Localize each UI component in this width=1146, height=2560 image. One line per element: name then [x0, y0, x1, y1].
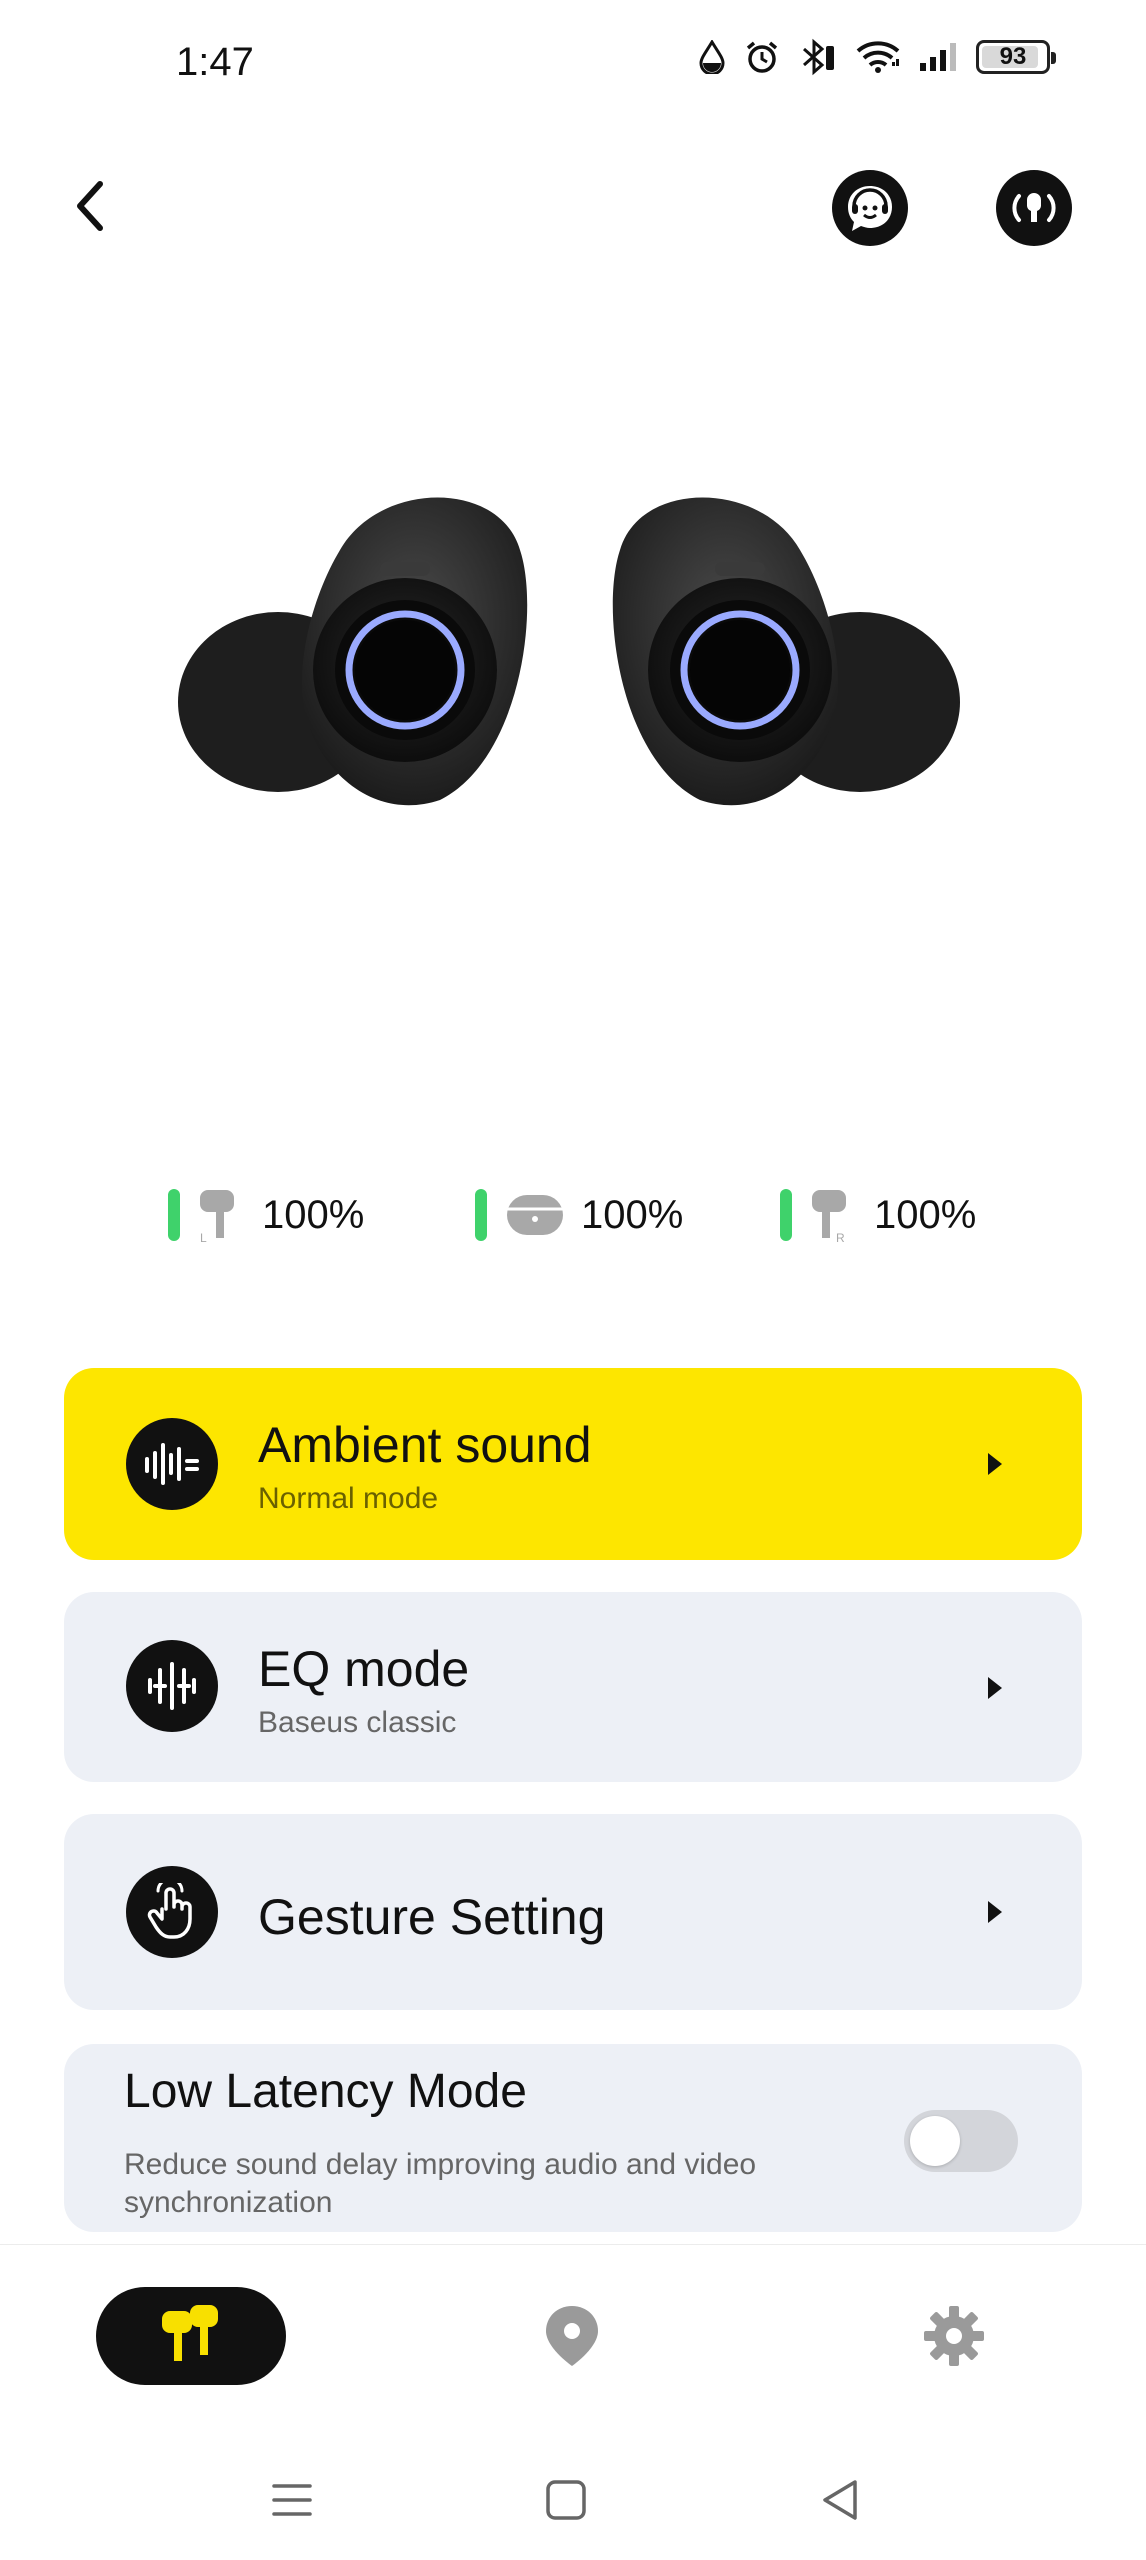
nav-settings[interactable]	[904, 2287, 1004, 2385]
customer-service-button[interactable]	[832, 170, 908, 246]
location-icon	[546, 2306, 598, 2366]
system-nav-bar	[0, 2440, 1146, 2560]
signal-icon	[920, 43, 956, 71]
right-earbud-icon: R	[812, 1190, 846, 1244]
battery-status-row: L 100% 100% R 100%	[0, 1180, 1146, 1250]
find-earbuds-button[interactable]	[996, 170, 1072, 246]
left-earbud-battery-value: 100%	[262, 1192, 365, 1237]
right-earbud-image	[612, 497, 960, 806]
earbuds-icon	[162, 2305, 218, 2361]
left-earbud-image	[178, 497, 528, 806]
ambient-sound-icon	[126, 1418, 218, 1510]
low-latency-toggle[interactable]	[904, 2110, 1018, 2172]
status-bar: 1:47 93	[0, 0, 1146, 130]
menu-icon	[272, 2484, 312, 2516]
toggle-knob	[910, 2116, 960, 2166]
eq-mode-title: EQ mode	[258, 1641, 470, 1697]
chevron-right-icon	[980, 1446, 1010, 1482]
chevron-right-icon	[980, 1670, 1010, 1706]
low-latency-description: Reduce sound delay improving audio and v…	[124, 2148, 757, 2219]
triangle-back-icon	[823, 2480, 857, 2520]
eq-mode-card[interactable]: EQ mode Baseus classic	[64, 1592, 1082, 1782]
ambient-sound-mode: Normal mode	[258, 1482, 439, 1515]
status-icons: 93	[698, 38, 1056, 76]
settings-icon	[924, 2306, 984, 2366]
back-button[interactable]	[58, 174, 122, 238]
gesture-hand-icon	[126, 1866, 218, 1958]
home-button[interactable]	[536, 2470, 596, 2530]
drop-icon	[699, 40, 725, 74]
recents-button[interactable]	[262, 2470, 322, 2530]
eq-icon	[126, 1640, 218, 1732]
battery-bar	[475, 1189, 487, 1241]
back-nav-button[interactable]	[810, 2470, 870, 2530]
nav-location[interactable]	[522, 2287, 622, 2385]
gesture-setting-title: Gesture Setting	[258, 1889, 606, 1945]
charging-case-icon	[507, 1195, 563, 1235]
alarm-icon	[746, 41, 778, 73]
customer-service-icon	[848, 186, 892, 231]
eq-mode-value: Baseus classic	[258, 1706, 457, 1739]
earbuds-image	[160, 440, 980, 840]
square-icon	[546, 2480, 586, 2520]
right-earbud-battery: R 100%	[780, 1180, 976, 1250]
battery-bar	[780, 1189, 792, 1241]
nav-earbuds[interactable]	[96, 2287, 286, 2385]
ambient-sound-card[interactable]: Ambient sound Normal mode	[64, 1368, 1082, 1560]
low-latency-title: Low Latency Mode	[124, 2065, 527, 2118]
status-time: 1:47	[176, 40, 254, 84]
battery-icon: 93	[976, 40, 1056, 74]
gesture-setting-card[interactable]: Gesture Setting	[64, 1814, 1082, 2010]
low-latency-card: Low Latency Mode Reduce sound delay impr…	[64, 2044, 1082, 2232]
back-icon	[77, 181, 103, 231]
case-battery: 100%	[475, 1180, 683, 1250]
ambient-sound-title: Ambient sound	[258, 1417, 592, 1473]
svg-text:L: L	[200, 1231, 207, 1244]
bluetooth-icon	[803, 38, 834, 76]
find-earbuds-icon	[1012, 193, 1056, 222]
svg-text:R: R	[836, 1231, 845, 1244]
case-battery-value: 100%	[581, 1192, 684, 1237]
chevron-right-icon	[980, 1894, 1010, 1930]
battery-level: 93	[999, 43, 1027, 70]
battery-bar	[168, 1189, 180, 1241]
left-earbud-battery: L 100%	[168, 1180, 364, 1250]
wifi-icon	[856, 41, 900, 73]
left-earbud-icon: L	[200, 1190, 234, 1244]
bottom-nav	[0, 2244, 1146, 2424]
right-earbud-battery-value: 100%	[874, 1192, 977, 1237]
